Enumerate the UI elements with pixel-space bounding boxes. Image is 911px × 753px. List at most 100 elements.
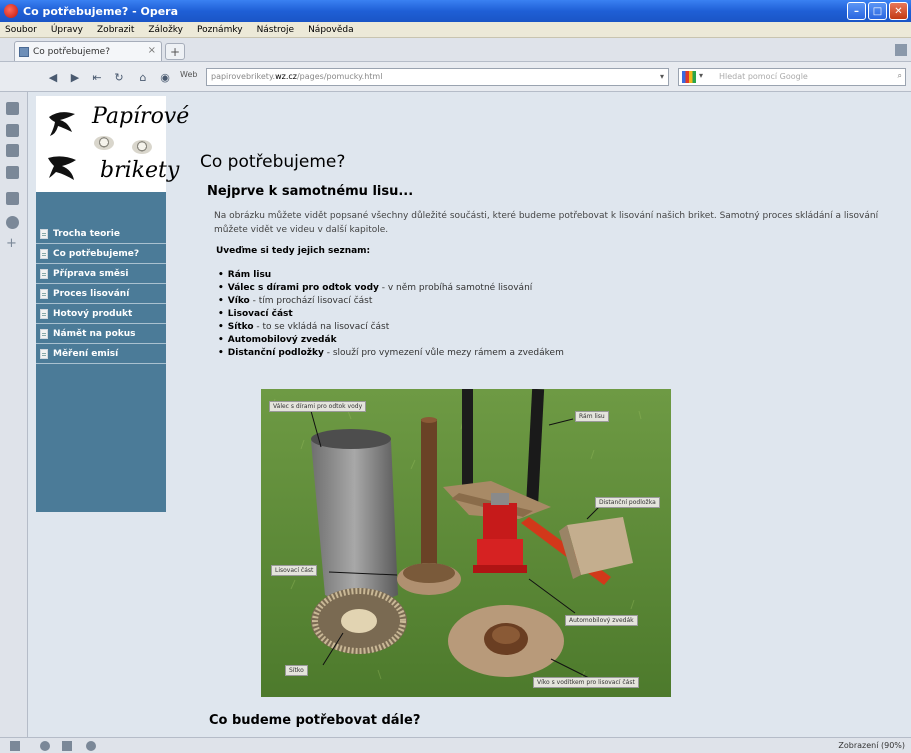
list-item: Distanční podložky - slouží pro vymezení… — [218, 347, 900, 360]
history-panel-icon[interactable] — [6, 216, 19, 229]
turbo-icon[interactable] — [62, 741, 72, 751]
document-icon — [40, 248, 48, 259]
nav-item-trocha-teorie[interactable]: Trocha teorie — [36, 224, 166, 244]
google-icon[interactable] — [682, 71, 696, 83]
intro-paragraph: Na obrázku můžete vidět popsané všechny … — [214, 211, 879, 235]
caption-frame: Rám lisu — [575, 411, 609, 422]
caption-spacers: Distanční podložka — [595, 497, 660, 508]
list-item: Válec s dírami pro odtok vody - v něm pr… — [218, 282, 900, 295]
downloads-panel-icon[interactable] — [6, 192, 19, 205]
document-icon — [40, 228, 48, 239]
close-button[interactable]: ✕ — [889, 2, 908, 20]
list-item: Víko - tím prochází lisovací část — [218, 295, 900, 308]
nav-item-mereni-emisi[interactable]: Měření emisí — [36, 344, 166, 364]
window-titlebar: Co potřebujeme? - Opera – □ ✕ — [0, 0, 911, 22]
panel-toggle-icon[interactable] — [10, 741, 20, 751]
menu-item-tools[interactable]: Nástroje — [257, 25, 295, 35]
trash-icon[interactable] — [895, 44, 907, 56]
site-nav: Trocha teorie Co potřebujeme? Příprava s… — [36, 192, 166, 512]
menu-item-notes[interactable]: Poznámky — [197, 25, 243, 35]
menu-bar: Soubor Úpravy Zobrazit Záložky Poznámky … — [0, 22, 911, 38]
home-icon[interactable]: ⌂ — [134, 68, 152, 86]
briquette-icon — [132, 140, 152, 154]
opera-icon — [4, 4, 18, 18]
chevron-down-icon[interactable]: ▾ — [660, 72, 664, 81]
reload-icon[interactable]: ↻ — [110, 68, 128, 86]
list-lead: Uveďme si tedy jejich seznam: — [216, 246, 371, 256]
nav-item-proces-lisovani[interactable]: Proces lisování — [36, 284, 166, 304]
list-item: Automobilový zvedák — [218, 334, 900, 347]
logo-text-line2: brikety — [100, 158, 180, 183]
section-heading-2: Co budeme potřebovat dále? — [209, 713, 421, 728]
menu-item-bookmarks[interactable]: Záložky — [148, 25, 183, 35]
url-path: /pages/pomucky.html — [296, 72, 383, 81]
forward-icon[interactable]: ▶ — [66, 68, 84, 86]
url-prefix: papirovebrikety. — [211, 72, 276, 81]
status-bar: Zobrazení (90%) — [0, 737, 911, 753]
nav-item-hotovy-produkt[interactable]: Hotový produkt — [36, 304, 166, 324]
menu-item-file[interactable]: Soubor — [5, 25, 37, 35]
press-photo-illustration — [261, 389, 671, 697]
search-icon[interactable]: ⌕ — [898, 71, 902, 81]
menu-item-edit[interactable]: Úpravy — [51, 25, 83, 35]
side-panel: + — [0, 92, 28, 737]
nav-item-namet-na-pokus[interactable]: Námět na pokus — [36, 324, 166, 344]
bookmarks-panel-icon[interactable] — [6, 102, 19, 115]
list-item: Lisovací část — [218, 308, 900, 321]
minimize-button[interactable]: – — [847, 2, 866, 20]
caption-lid: Víko s vodítkem pro lisovací část — [533, 677, 639, 688]
document-icon — [40, 348, 48, 359]
press-photo: Válec s dírami pro odtok vody Rám lisu D… — [261, 389, 671, 697]
globe-icon: ◉ — [160, 70, 170, 84]
section-heading: Nejprve k samotnému lisu... — [207, 184, 414, 199]
briquette-icon — [94, 136, 114, 150]
caption-cylinder: Válec s dírami pro odtok vody — [269, 401, 367, 412]
web-page: Papírové brikety Trocha teorie Co potřeb… — [28, 92, 911, 737]
unite-panel-icon[interactable] — [6, 144, 19, 157]
unite-icon[interactable] — [40, 741, 50, 751]
rewind-icon[interactable]: ⇤ — [88, 68, 106, 86]
document-icon — [40, 268, 48, 279]
speed-dial-icon[interactable] — [86, 741, 96, 751]
maximize-button[interactable]: □ — [868, 2, 887, 20]
tab-close-icon[interactable]: × — [148, 45, 156, 56]
page-title: Co potřebujeme? — [200, 152, 346, 172]
widgets-panel-icon[interactable] — [6, 124, 19, 137]
menu-item-help[interactable]: Nápověda — [308, 25, 354, 35]
search-placeholder: Hledat pomocí Google — [719, 72, 808, 81]
zoom-level[interactable]: Zobrazení (90%) — [838, 741, 905, 750]
tab-co-potrebujeme[interactable]: Co potřebujeme? × — [14, 41, 162, 61]
caption-press: Lisovací část — [271, 565, 318, 576]
logo-text-line1: Papírové — [92, 104, 190, 129]
list-item: Sítko - to se vkládá na lisovací část — [218, 321, 900, 334]
site-logo[interactable]: Papírové brikety — [36, 96, 189, 192]
menu-item-view[interactable]: Zobrazit — [97, 25, 134, 35]
address-bar[interactable]: papirovebrikety.wz.cz/pages/pomucky.html… — [206, 68, 669, 86]
document-icon — [40, 328, 48, 339]
main-content: Co potřebujeme? Nejprve k samotnému lisu… — [200, 152, 900, 360]
navigation-bar: ◀ ▶ ⇤ ↻ ⌂ ◉ Web papirovebrikety.wz.cz/pa… — [0, 62, 911, 92]
page-favicon-icon — [19, 46, 29, 57]
add-panel-icon[interactable]: + — [6, 237, 19, 251]
brush-stroke-icon — [49, 112, 75, 136]
caption-sieve: Sítko — [285, 665, 308, 676]
caption-jack: Automobilový zvedák — [565, 615, 638, 626]
url-host: wz.cz — [275, 72, 297, 81]
notes-panel-icon[interactable] — [6, 166, 19, 179]
nav-item-co-potrebujeme[interactable]: Co potřebujeme? — [36, 244, 166, 264]
tab-bar: Co potřebujeme? × + — [0, 38, 911, 62]
tab-label: Co potřebujeme? — [33, 46, 110, 57]
parts-list: Rám lisu Válec s dírami pro odtok vody -… — [218, 269, 900, 360]
document-icon — [40, 288, 48, 299]
window-title: Co potřebujeme? - Opera — [23, 4, 179, 18]
search-input[interactable]: ▾ Hledat pomocí Google ⌕ — [678, 68, 906, 86]
back-icon[interactable]: ◀ — [44, 68, 62, 86]
search-engine-dropdown-icon[interactable]: ▾ — [699, 71, 703, 80]
web-label: Web — [180, 70, 198, 79]
document-icon — [40, 308, 48, 319]
list-item: Rám lisu — [218, 269, 900, 282]
nav-item-priprava-smesi[interactable]: Příprava směsi — [36, 264, 166, 284]
brush-stroke-icon — [48, 156, 76, 180]
new-tab-button[interactable]: + — [165, 43, 185, 60]
window-controls: – □ ✕ — [847, 2, 908, 20]
